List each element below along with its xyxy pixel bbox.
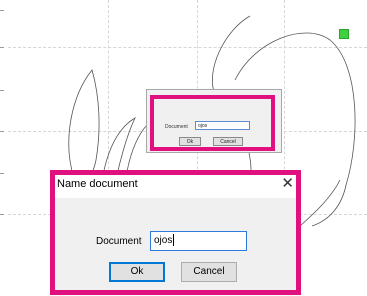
document-name-input[interactable]: ojos (150, 231, 247, 251)
highlight-box (150, 95, 275, 151)
document-name-value: ojos (154, 235, 173, 246)
document-label: Document (96, 236, 142, 247)
ok-button[interactable]: Ok (109, 262, 165, 282)
dialog-titlebar[interactable]: Name document ✕ (52, 172, 300, 198)
resize-handle[interactable] (339, 29, 349, 39)
cancel-button[interactable]: Cancel (181, 262, 237, 282)
text-caret (173, 234, 175, 247)
dialog-title: Name document (57, 178, 138, 190)
close-icon[interactable]: ✕ (281, 175, 294, 193)
name-document-dialog: Name document ✕ Document ojos Ok Cancel (52, 172, 300, 294)
